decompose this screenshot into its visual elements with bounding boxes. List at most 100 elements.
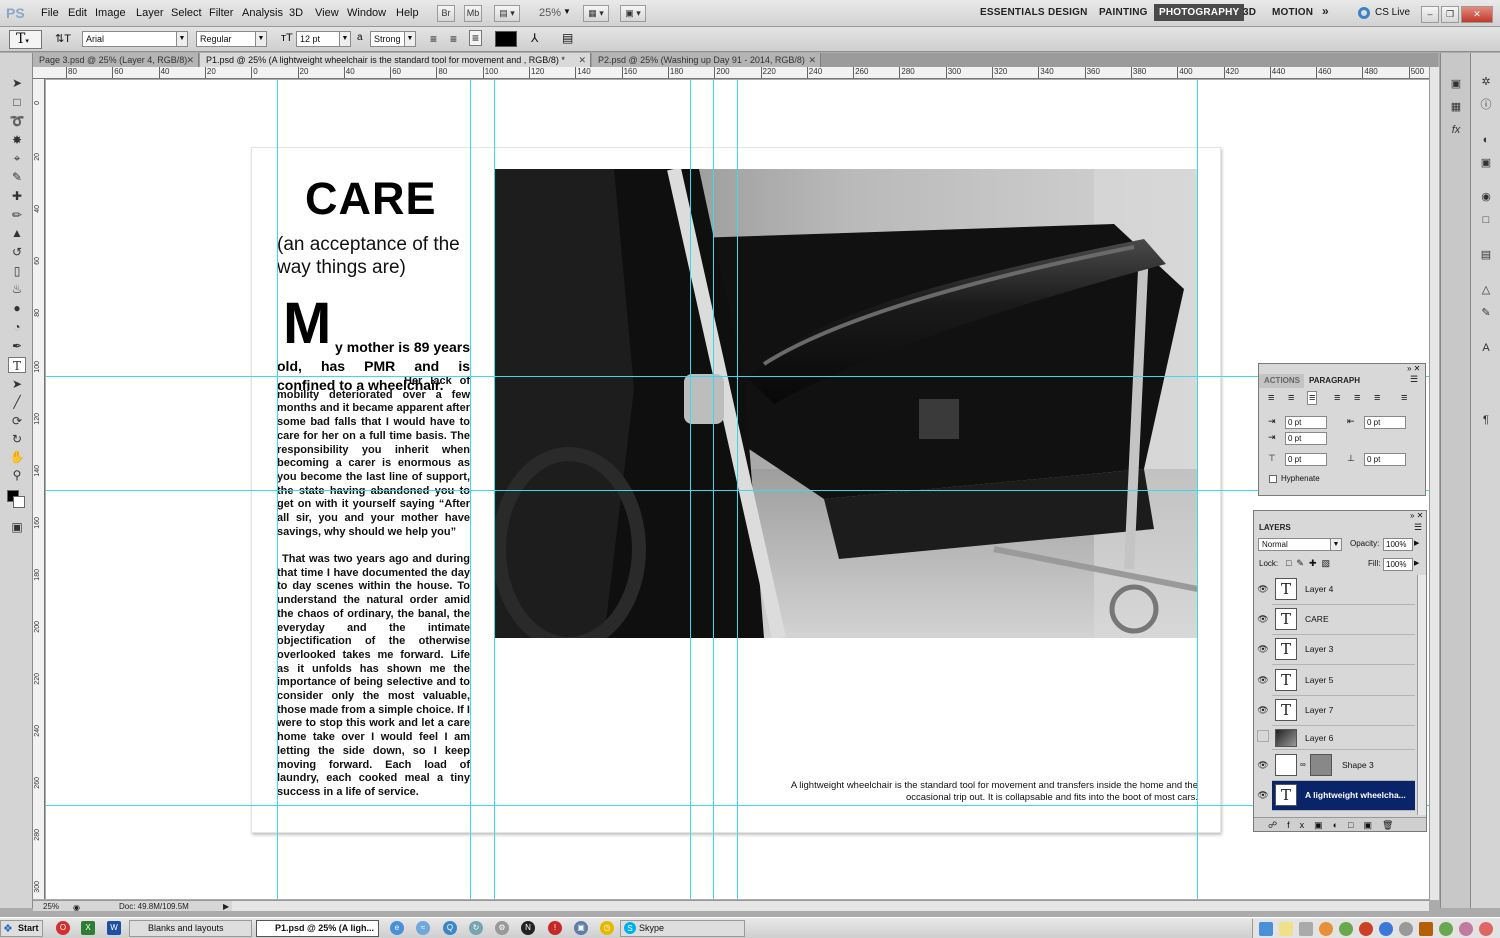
tray-icon[interactable] [1439,922,1453,936]
hyphenate-checkbox[interactable] [1269,475,1277,483]
close-button[interactable]: ✕ [1461,6,1493,23]
quick-select-tool-icon[interactable]: ✸ [8,132,26,148]
taskbar-window-photoshop[interactable]: P1.psd @ 25% (A ligh... [256,920,379,937]
antialias-select[interactable]: Strong ▼ [370,31,416,47]
tab-layers[interactable]: LAYERS [1254,521,1296,535]
menu-filter[interactable]: Filter [209,7,233,19]
guide-horizontal[interactable] [46,490,1438,491]
eraser-tool-icon[interactable]: ▯ [8,263,26,279]
guide-horizontal[interactable] [46,805,1438,806]
clock-icon[interactable]: ◷ [600,921,614,935]
tab-p2[interactable]: P2.psd @ 25% (Washing up Day 91 - 2014, … [592,53,821,67]
layer-row-layer-5[interactable]: T Layer 5 [1272,666,1415,696]
browser-icon[interactable]: e [390,921,404,935]
crop-tool-icon[interactable]: ⌖ [8,150,26,166]
adjustments-icon[interactable]: ◐ [1478,133,1494,147]
workspace-photography[interactable]: PHOTOGRAPHY [1154,4,1245,21]
layers-footer-icons[interactable]: ☍fx▣◐□▣🗑 [1254,817,1426,831]
cs-live-button[interactable]: CS Live [1375,7,1410,18]
path-selection-tool-icon[interactable]: ➤ [8,376,26,392]
text-color-swatch[interactable] [495,31,517,47]
taskbar-window-skype[interactable]: Skype [620,920,745,937]
dodge-tool-icon[interactable]: ◔ [8,319,26,335]
tray-icon[interactable] [1359,922,1373,936]
layer-row-shape-3[interactable]: ∞ Shape 3 [1272,751,1415,781]
vertical-ruler[interactable]: 0 20 40 60 80 100 120 140 160 180 200 220 240 260 280 3… [33,79,45,899]
word-icon[interactable]: W [107,921,121,935]
eye-icon[interactable]: 👁 [1255,581,1271,597]
3d-orbit-tool-icon[interactable]: ↻ [8,431,26,447]
menu-help[interactable]: Help [396,7,419,19]
eye-icon[interactable]: 👁 [1255,641,1271,657]
excel-icon[interactable]: X [81,921,95,935]
menu-image[interactable]: Image [95,7,126,19]
collapse-icon[interactable]: » ✕ [1410,511,1423,520]
close-icon[interactable]: ✕ [186,53,194,67]
eye-icon[interactable]: 👁 [1255,702,1271,718]
blur-tool-icon[interactable]: ● [8,300,26,316]
font-family-select[interactable]: Arial ▼ [82,31,188,47]
layer-row-layer-6[interactable]: Layer 6 [1272,726,1415,750]
view-extras-button[interactable]: ▤ ▾ [494,5,520,22]
character-panel-icon[interactable]: ▤ [562,31,573,45]
space-before-field[interactable]: 0 pt [1285,453,1327,466]
minimize-button[interactable]: – [1421,6,1439,23]
fill-arrow-icon[interactable]: ▶ [1414,559,1419,567]
justify-right-icon[interactable]: ≡ [1374,392,1380,404]
justify-left-icon[interactable]: ≡ [1334,392,1340,404]
opacity-arrow-icon[interactable]: ▶ [1414,539,1419,547]
collapse-icon[interactable]: » ✕ [1407,364,1420,373]
indent-right-field[interactable]: 0 pt [1364,416,1406,429]
layer-row-layer-3[interactable]: T Layer 3 [1272,635,1415,665]
menu-analysis[interactable]: Analysis [242,7,283,19]
align-center-icon[interactable]: ≡ [450,32,457,46]
eye-icon[interactable]: 👁 [1255,672,1271,688]
tray-icon[interactable] [1459,922,1473,936]
eyedropper-tool-icon[interactable]: ✎ [8,169,26,185]
marquee-tool-icon[interactable]: □ [8,94,26,110]
layer-row-layer-7[interactable]: T Layer 7 [1272,696,1415,726]
brush-presets-icon[interactable]: ✎ [1478,306,1494,320]
move-tool-icon[interactable]: ➤ [8,75,26,91]
fx-icon[interactable]: fx [1448,123,1464,137]
panel-menu-icon[interactable]: ☰ [1414,522,1422,533]
font-size-field[interactable]: 12 pt ▼ [296,31,351,47]
font-style-select[interactable]: Regular ▼ [196,31,267,47]
space-after-field[interactable]: 0 pt [1364,453,1406,466]
tab-actions[interactable]: ACTIONS [1259,374,1305,388]
menu-file[interactable]: File [41,7,59,19]
menu-layer[interactable]: Layer [136,7,164,19]
layer-row-care[interactable]: T CARE [1272,605,1415,635]
vertical-scrollbar[interactable] [1429,67,1439,900]
menu-window[interactable]: Window [347,7,386,19]
navigator-icon[interactable]: ✲ [1478,75,1494,89]
network-icon[interactable]: ≈ [416,921,430,935]
warp-text-icon[interactable]: ⅄ [531,31,538,45]
tab-page3[interactable]: Page 3.psd @ 25% (Layer 4, RGB/8) ✕ [33,53,199,67]
sync-icon[interactable]: ↻ [469,921,483,935]
workspace-essentials[interactable]: ESSENTIALS [980,7,1045,18]
bridge-button[interactable]: Br [437,5,455,22]
align-right-icon[interactable]: ≡ [469,30,483,46]
workspace-3d[interactable]: 3D [1243,7,1256,18]
image-icon[interactable]: ▤ [1478,248,1494,262]
menu-edit[interactable]: Edit [68,7,87,19]
guide-horizontal[interactable] [46,376,1438,377]
close-icon[interactable]: ✕ [578,53,586,67]
opera-icon[interactable]: O [56,921,70,935]
eye-icon[interactable]: 👁 [1255,611,1271,627]
workspace-motion[interactable]: MOTION [1272,7,1313,18]
horizontal-scrollbar[interactable] [232,900,1429,911]
3d-icon[interactable]: ◉ [1478,190,1494,204]
layers-scrollbar[interactable] [1417,575,1426,815]
table-icon[interactable]: ▦ [1448,100,1464,114]
status-menu-arrow-icon[interactable]: ▶ [223,901,229,912]
indent-left-field[interactable]: 0 pt [1285,416,1327,429]
workspace-design[interactable]: DESIGN [1048,7,1088,18]
history-brush-tool-icon[interactable]: ↺ [8,244,26,260]
blend-mode-select[interactable]: Normal ▼ [1258,538,1342,551]
restore-button[interactable]: ❐ [1441,6,1459,23]
clone-source-icon[interactable]: △ [1478,283,1494,297]
paint-bucket-tool-icon[interactable]: ♨ [8,281,26,297]
more-workspaces-icon[interactable]: » [1322,4,1329,18]
